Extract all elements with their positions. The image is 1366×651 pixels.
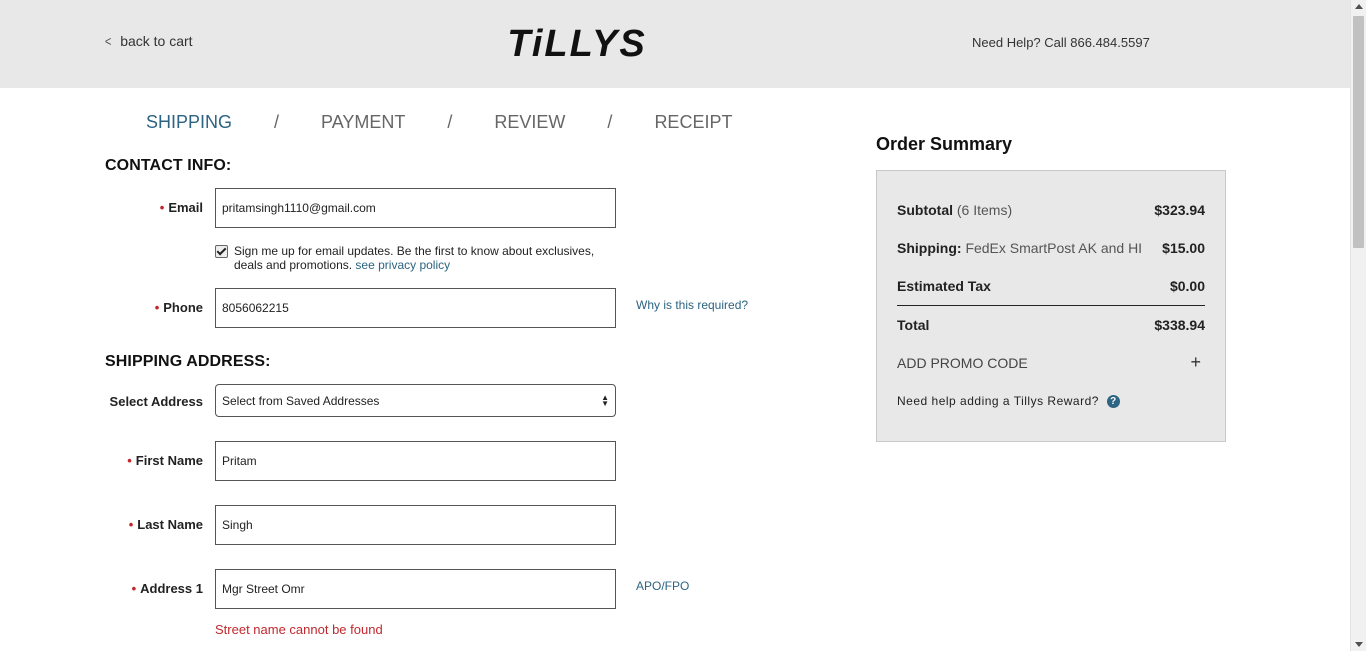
first-name-field[interactable]: Pritam xyxy=(215,441,616,481)
email-signup-row: Sign me up for email updates. Be the fir… xyxy=(215,244,605,272)
step-payment[interactable]: PAYMENT xyxy=(321,112,405,133)
select-address-label: Select Address xyxy=(109,394,203,409)
privacy-policy-link[interactable]: see privacy policy xyxy=(355,258,450,272)
plus-icon[interactable]: + xyxy=(1190,353,1201,371)
order-summary-heading: Order Summary xyxy=(876,134,1013,154)
tax-value: $0.00 xyxy=(1169,278,1205,294)
address-error-message: Street name cannot be found xyxy=(215,622,383,637)
last-name-field[interactable]: Singh xyxy=(215,505,616,545)
step-separator: / xyxy=(447,112,453,132)
required-marker: • xyxy=(128,517,134,532)
checkout-steps: SHIPPING / PAYMENT / REVIEW / RECEIPT xyxy=(146,112,732,133)
site-header: < back to cart TiLLYS Need Help? Call 86… xyxy=(0,0,1350,88)
scroll-up-icon[interactable] xyxy=(1355,4,1363,9)
email-signup-text: Sign me up for email updates. Be the fir… xyxy=(234,244,595,272)
first-name-label: • First Name xyxy=(127,453,203,468)
shipping-address-heading: SHIPPING ADDRESS: xyxy=(105,353,271,370)
scroll-down-icon[interactable] xyxy=(1355,642,1363,647)
scrollbar-thumb[interactable] xyxy=(1353,16,1364,248)
help-phone-text: Need Help? Call 866.484.5597 xyxy=(972,35,1150,50)
help-question-icon[interactable]: ? xyxy=(1106,394,1120,408)
required-marker: • xyxy=(154,300,160,315)
chevron-left-icon: < xyxy=(104,33,112,49)
step-review[interactable]: REVIEW xyxy=(494,112,565,133)
order-summary-panel: Subtotal (6 Items) $323.94 Shipping: Fed… xyxy=(876,170,1226,442)
required-marker: • xyxy=(131,581,137,596)
subtotal-value: $323.94 xyxy=(1154,202,1205,218)
reward-help: Need help adding a Tillys Reward? ? xyxy=(897,394,1120,408)
back-to-cart-link[interactable]: < back to cart xyxy=(104,33,193,49)
shipping-row: Shipping: FedEx SmartPost AK and HI $15.… xyxy=(897,240,1205,256)
summary-divider xyxy=(897,305,1205,306)
subtotal-row: Subtotal (6 Items) $323.94 xyxy=(897,202,1205,218)
step-separator: / xyxy=(607,112,613,132)
step-separator: / xyxy=(274,112,280,132)
tillys-logo[interactable]: TiLLYS xyxy=(470,22,685,64)
contact-info-heading: CONTACT INFO: xyxy=(105,157,232,174)
address1-field[interactable]: Mgr Street Omr xyxy=(215,569,616,609)
back-to-cart-label: back to cart xyxy=(120,33,193,49)
add-promo-code-toggle[interactable]: ADD PROMO CODE + xyxy=(897,353,1205,371)
why-required-link[interactable]: Why is this required? xyxy=(636,298,748,312)
promo-label: ADD PROMO CODE xyxy=(897,355,1028,371)
shipping-value: $15.00 xyxy=(1162,240,1205,256)
phone-label: • Phone xyxy=(154,300,203,315)
phone-field[interactable]: 8056062215 xyxy=(215,288,616,328)
tax-row: Estimated Tax $0.00 xyxy=(897,278,1205,294)
total-value: $338.94 xyxy=(1154,317,1205,333)
required-marker: • xyxy=(127,453,132,468)
select-arrows-icon: ▲ ▼ xyxy=(601,392,609,408)
saved-address-select-value: Select from Saved Addresses xyxy=(222,393,380,408)
step-shipping[interactable]: SHIPPING xyxy=(146,112,232,133)
email-field[interactable]: pritamsingh1110@gmail.com xyxy=(215,188,616,228)
step-receipt[interactable]: RECEIPT xyxy=(654,112,732,133)
apo-fpo-link[interactable]: APO/FPO xyxy=(636,579,689,593)
total-row: Total $338.94 xyxy=(897,317,1205,333)
email-label: • Email xyxy=(159,200,203,215)
email-signup-checkbox[interactable] xyxy=(215,245,228,258)
saved-address-select[interactable]: Select from Saved Addresses ▲ ▼ xyxy=(215,384,616,417)
last-name-label: • Last Name xyxy=(128,517,203,532)
page-scrollbar[interactable] xyxy=(1350,0,1366,651)
svg-text:TiLLYS: TiLLYS xyxy=(507,23,646,64)
address1-label: • Address 1 xyxy=(131,581,203,596)
reward-help-text: Need help adding a Tillys Reward? xyxy=(897,394,1099,408)
required-marker: • xyxy=(159,200,165,215)
